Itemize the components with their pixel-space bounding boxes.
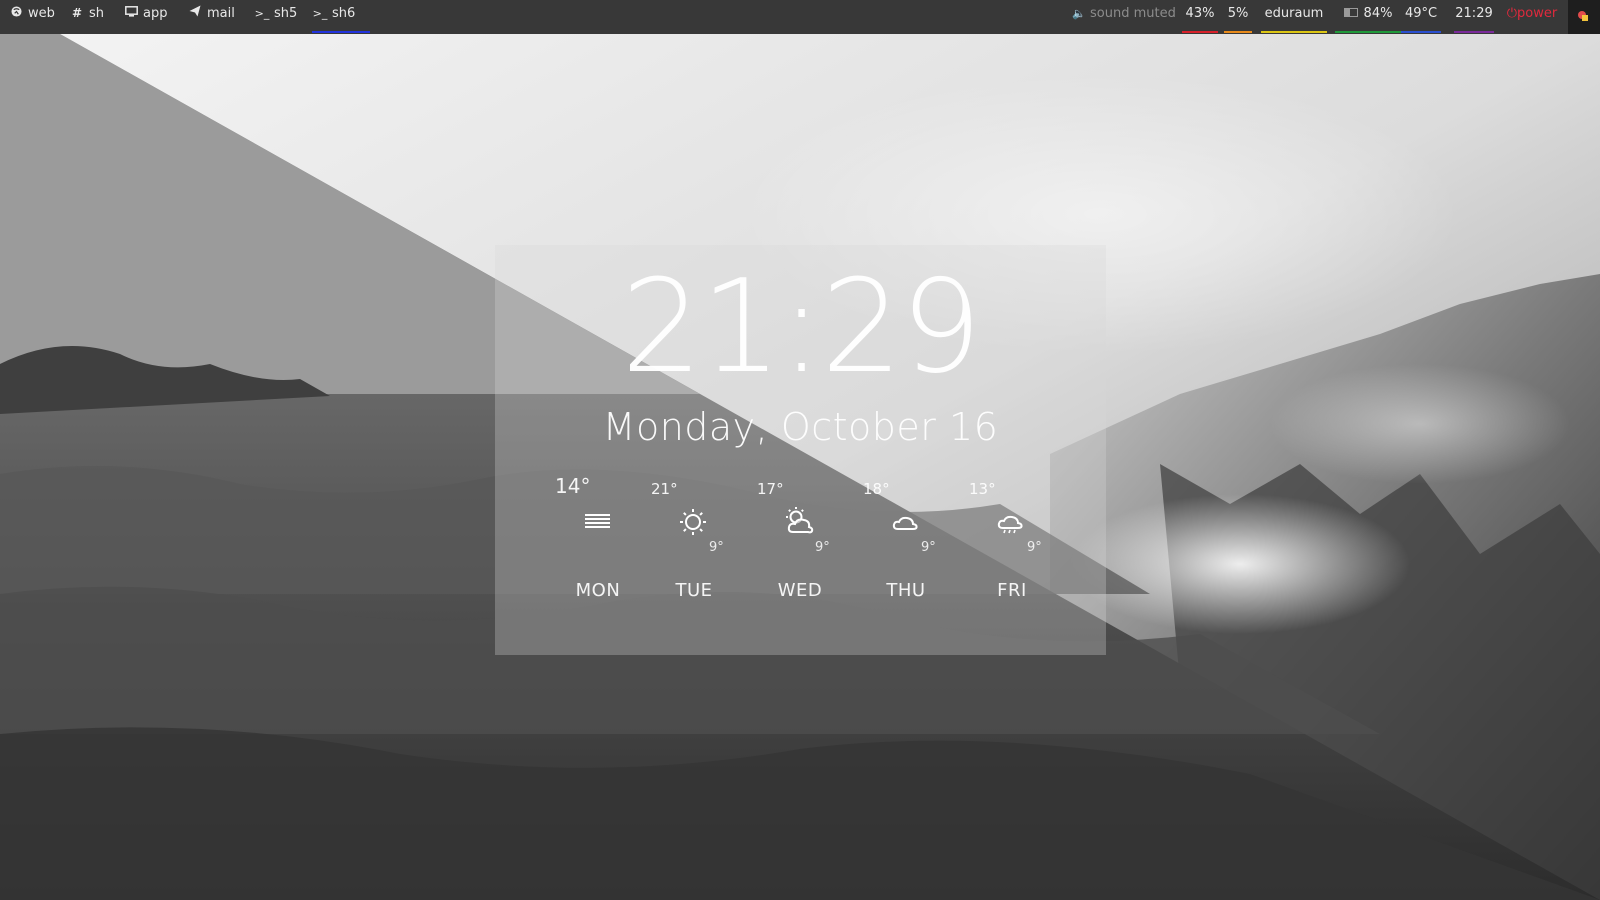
forecast-day-fri: 13° 9° FRI (969, 480, 1069, 640)
clock-value: 21:29 (1455, 6, 1493, 21)
volume-label: sound muted (1090, 6, 1176, 21)
clock-underline (1454, 31, 1494, 33)
workspace-label: app (143, 6, 168, 21)
temperature-status: 49°C (1401, 0, 1441, 34)
workspace-label: mail (207, 6, 235, 21)
workspace-mail[interactable]: mail (187, 0, 243, 34)
forecast-day-wed: 17° 9° WED (757, 480, 857, 640)
lockscreen-widget: 21:29 Monday, October 16 14° MON 21° 9° … (495, 245, 1106, 655)
forecast-high: 14° (555, 474, 591, 498)
power-button[interactable]: ⏻power (1503, 0, 1561, 34)
lockscreen-date: Monday, October 16 (602, 405, 999, 449)
cpu-value: 43% (1185, 6, 1215, 21)
forecast-day-tue: 21° 9° TUE (651, 480, 751, 640)
tray-app-icon[interactable] (1577, 10, 1589, 22)
workspace-sh5[interactable]: >_ sh5 (254, 0, 304, 34)
forecast-low: 9° (709, 540, 724, 555)
power-label: power (1517, 6, 1558, 21)
forecast-high: 17° (757, 480, 784, 498)
battery-status: 84% (1335, 0, 1401, 34)
active-workspace-indicator (312, 31, 370, 33)
top-panel: web # sh app mail >_ sh5 >_ sh6 🔈 sound mut… (0, 0, 1600, 34)
workspace-label: sh6 (332, 6, 356, 21)
battery-icon (1343, 8, 1358, 17)
workspace-label: web (28, 6, 55, 21)
clock-status[interactable]: 21:29 (1454, 0, 1494, 34)
fog-icon (577, 502, 617, 542)
system-tray (1568, 0, 1600, 34)
rain-cloud-icon (991, 502, 1031, 542)
cpu-status: 43% (1182, 0, 1218, 34)
battery-underline (1335, 31, 1401, 33)
workspace-label: sh (89, 6, 105, 21)
memory-value: 5% (1227, 6, 1249, 21)
forecast-high: 21° (651, 480, 678, 498)
memory-status: 5% (1224, 0, 1252, 34)
workspace-web[interactable]: web (8, 0, 60, 34)
desktop: web # sh app mail >_ sh5 >_ sh6 🔈 sound mut… (0, 0, 1600, 900)
paper-plane-icon (187, 0, 203, 27)
volume-status[interactable]: 🔈 sound muted (1066, 0, 1182, 34)
workspace-app[interactable]: app (123, 0, 175, 34)
memory-underline (1224, 31, 1252, 33)
workspace-sh6[interactable]: >_ sh6 (312, 0, 370, 34)
forecast-day-name: TUE (675, 580, 713, 601)
hash-icon: # (71, 6, 83, 20)
forecast-low: 9° (921, 540, 936, 555)
forecast-day-thu: 18° 9° THU (863, 480, 963, 640)
lockscreen-clock: 21:29 (621, 253, 982, 402)
forecast-day-name: FRI (997, 580, 1027, 601)
forecast-day-name: THU (886, 580, 926, 601)
cpu-underline (1182, 31, 1218, 33)
network-status[interactable]: eduraum (1261, 0, 1327, 34)
speaker-muted-icon: 🔈 (1072, 7, 1086, 20)
sun-icon (673, 502, 713, 542)
network-underline (1261, 31, 1327, 33)
terminal-icon: >_ (254, 7, 270, 20)
battery-value: 84% (1363, 6, 1393, 21)
forecast-low: 9° (1027, 540, 1042, 555)
workspace-sh[interactable]: # sh (69, 0, 111, 34)
globe-icon (8, 0, 24, 27)
power-icon: ⏻ (1506, 6, 1518, 21)
forecast-high: 18° (863, 480, 890, 498)
forecast-day-name: WED (777, 580, 823, 601)
workspace-label: sh5 (274, 6, 298, 21)
forecast-low: 9° (815, 540, 830, 555)
temperature-underline (1401, 31, 1441, 33)
temperature-value: 49°C (1404, 6, 1438, 21)
forecast-day-name: MON (575, 580, 621, 601)
monitor-icon (123, 0, 139, 27)
terminal-icon: >_ (312, 7, 328, 20)
forecast-day-mon: 14° MON (555, 474, 655, 640)
cloud-icon (885, 502, 925, 542)
forecast-high: 13° (969, 480, 996, 498)
partly-cloudy-icon (779, 502, 819, 542)
network-name: eduraum (1264, 6, 1324, 21)
